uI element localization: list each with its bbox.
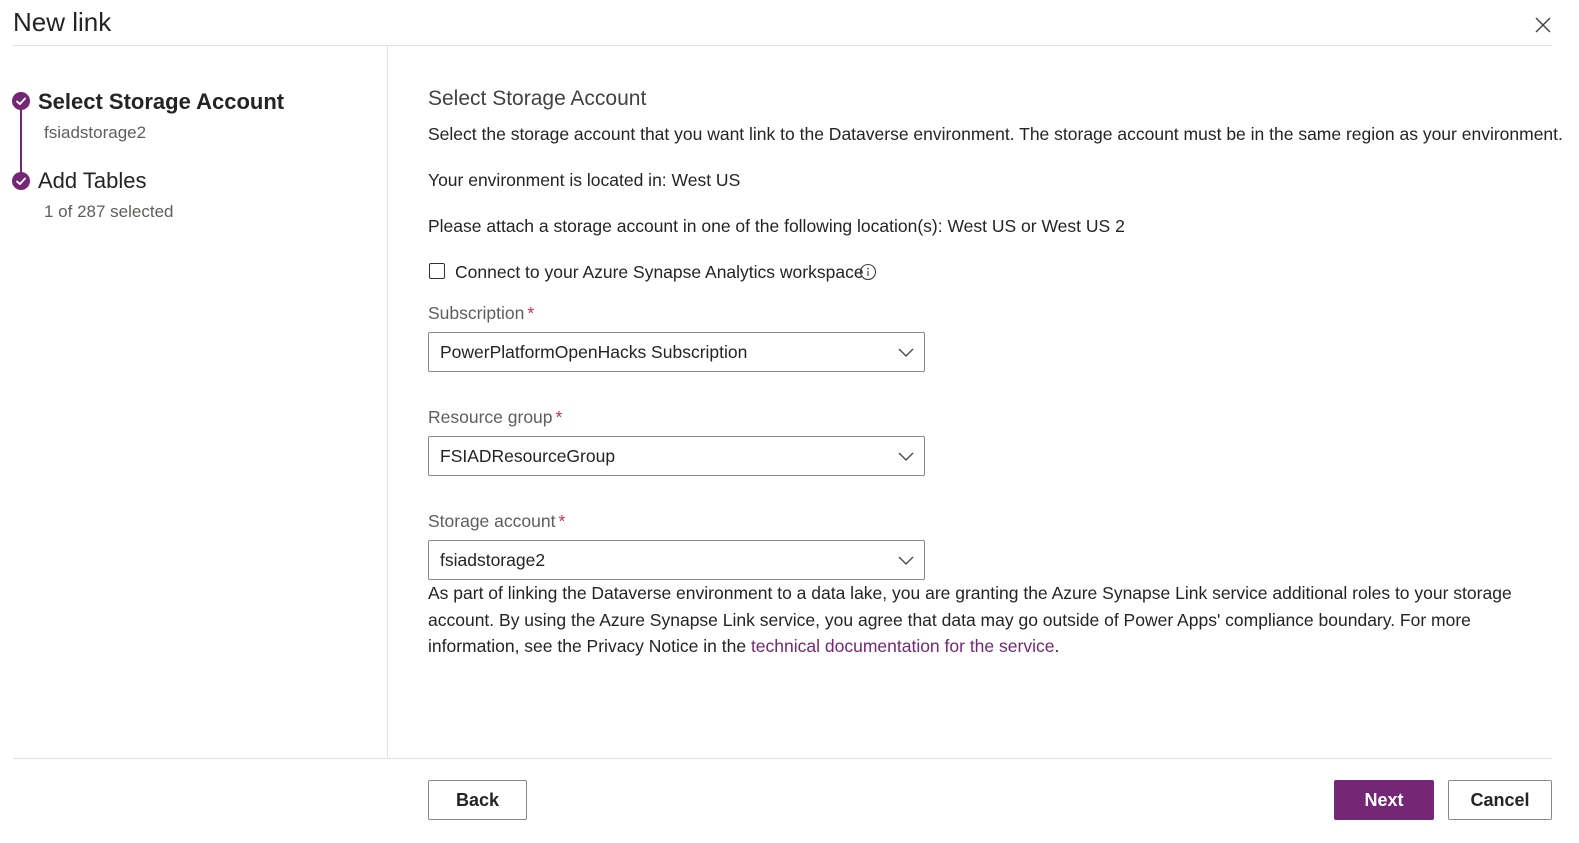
subscription-dropdown[interactable]: PowerPlatformOpenHacks Subscription bbox=[428, 332, 925, 372]
footer-divider bbox=[13, 758, 1552, 759]
chevron-down-icon bbox=[898, 348, 914, 357]
subscription-label-text: Subscription bbox=[428, 303, 525, 323]
steps-panel bbox=[0, 46, 387, 759]
steps-divider bbox=[387, 46, 388, 759]
chevron-down-icon bbox=[898, 452, 914, 461]
step-1-title[interactable]: Select Storage Account bbox=[38, 88, 284, 116]
resource-group-value: FSIADResourceGroup bbox=[440, 446, 616, 466]
description-text: Select the storage account that you want… bbox=[428, 124, 1563, 144]
synapse-workspace-checkbox[interactable] bbox=[429, 263, 445, 279]
notice-text-end: . bbox=[1054, 636, 1060, 656]
step-1-check-icon bbox=[12, 92, 30, 110]
new-link-dialog: New link Select Storage Account fsiadsto… bbox=[0, 0, 1579, 843]
subscription-label: Subscription * bbox=[428, 302, 534, 324]
next-button[interactable]: Next bbox=[1334, 780, 1434, 820]
step-2-title[interactable]: Add Tables bbox=[38, 167, 146, 195]
required-marker: * bbox=[555, 407, 563, 427]
info-icon[interactable] bbox=[859, 263, 877, 281]
step-2-check-icon bbox=[12, 172, 30, 190]
storage-account-value: fsiadstorage2 bbox=[440, 550, 546, 570]
back-button[interactable]: Back bbox=[428, 780, 527, 820]
storage-account-label: Storage account * bbox=[428, 510, 565, 532]
subscription-value: PowerPlatformOpenHacks Subscription bbox=[440, 342, 748, 362]
required-marker: * bbox=[558, 511, 566, 531]
privacy-notice: As part of linking the Dataverse environ… bbox=[428, 580, 1558, 660]
close-button[interactable] bbox=[1530, 12, 1556, 38]
step-1-subtitle: fsiadstorage2 bbox=[44, 123, 147, 142]
required-marker: * bbox=[527, 303, 535, 323]
close-icon bbox=[1535, 17, 1551, 33]
storage-account-label-text: Storage account bbox=[428, 511, 556, 531]
chevron-down-icon bbox=[898, 556, 914, 565]
dialog-header: New link bbox=[0, 0, 1579, 46]
environment-location-text: Your environment is located in: West US bbox=[428, 170, 741, 190]
attach-instruction-text: Please attach a storage account in one o… bbox=[428, 216, 1125, 236]
section-heading: Select Storage Account bbox=[428, 87, 647, 110]
storage-account-dropdown[interactable]: fsiadstorage2 bbox=[428, 540, 925, 580]
technical-documentation-link[interactable]: technical documentation for the service bbox=[751, 636, 1055, 656]
resource-group-dropdown[interactable]: FSIADResourceGroup bbox=[428, 436, 925, 476]
cancel-button[interactable]: Cancel bbox=[1448, 780, 1552, 820]
synapse-workspace-checkbox-label[interactable]: Connect to your Azure Synapse Analytics … bbox=[455, 260, 864, 284]
resource-group-label-text: Resource group bbox=[428, 407, 553, 427]
dialog-title: New link bbox=[13, 7, 112, 37]
resource-group-label: Resource group * bbox=[428, 406, 562, 428]
step-connector bbox=[20, 110, 22, 180]
step-2-subtitle: 1 of 287 selected bbox=[44, 202, 174, 221]
